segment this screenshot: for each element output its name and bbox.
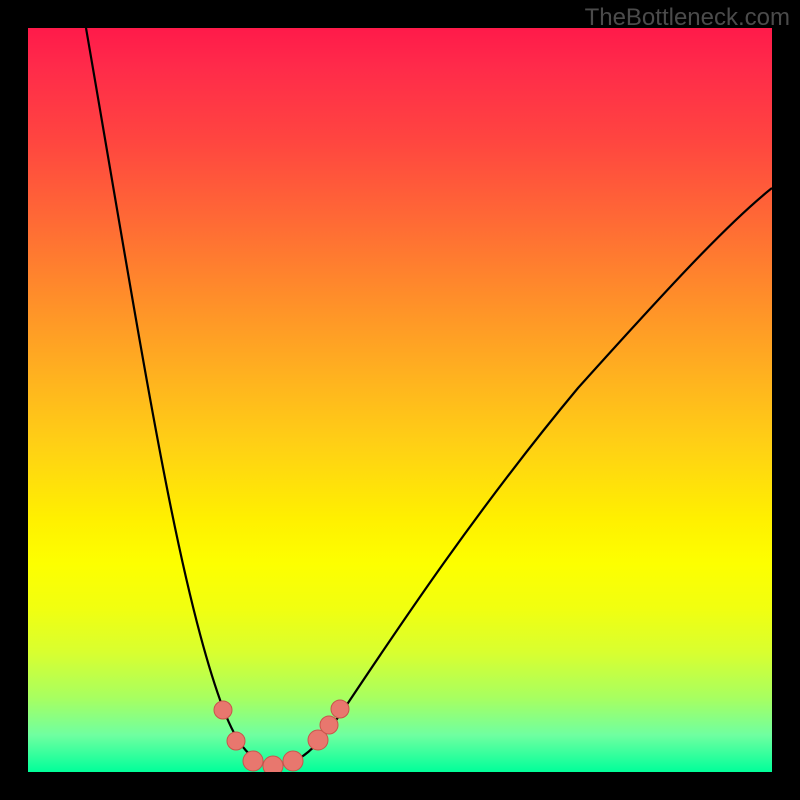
data-marker-1 — [227, 732, 245, 750]
watermark-text: TheBottleneck.com — [585, 4, 790, 32]
plot-area — [28, 28, 772, 772]
data-marker-7 — [331, 700, 349, 718]
data-marker-6 — [320, 716, 338, 734]
data-marker-3 — [263, 756, 283, 772]
data-marker-2 — [243, 751, 263, 771]
curve-svg — [28, 28, 772, 772]
markers-group — [214, 700, 349, 772]
data-marker-0 — [214, 701, 232, 719]
chart-container: TheBottleneck.com — [0, 0, 800, 800]
data-marker-4 — [283, 751, 303, 771]
bottleneck-curve — [86, 28, 772, 765]
